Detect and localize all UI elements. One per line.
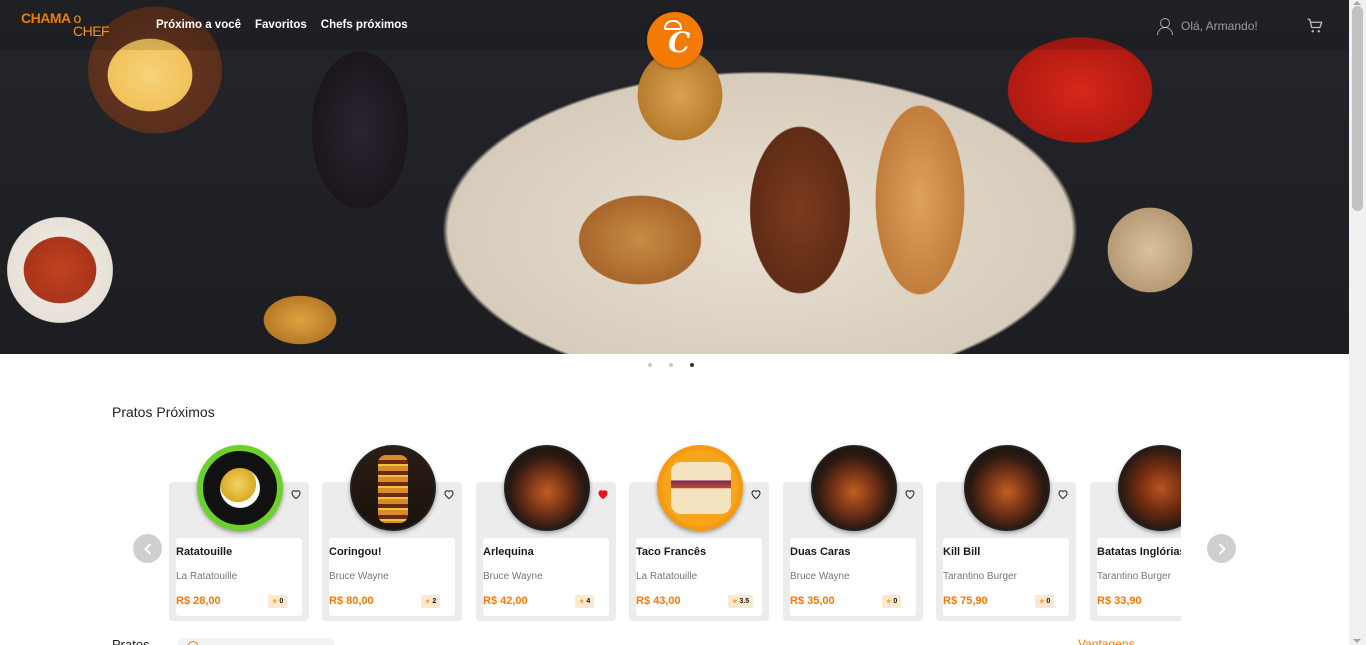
dish-name: Coringou! [329, 546, 382, 558]
logo-line2: CHEF [73, 23, 110, 39]
star-icon: ★ [1039, 599, 1045, 605]
rating-badge: ★ 0 [1035, 595, 1055, 608]
carousel-dot[interactable] [669, 363, 673, 367]
chef-name: Bruce Wayne [329, 571, 389, 582]
chef-name: Bruce Wayne [483, 571, 543, 582]
dish-price: R$ 42,00 [483, 595, 528, 607]
top-header: CHAMA o CHEF Próximo a você Favoritos Ch… [0, 0, 1349, 68]
prev-button[interactable] [133, 534, 162, 563]
carousel-dot[interactable] [648, 363, 652, 367]
heart-outline-icon[interactable] [443, 488, 455, 500]
user-greeting: Olá, Armando! [1181, 19, 1258, 33]
chef-name: Tarantino Burger [943, 571, 1017, 582]
dish-image [1118, 445, 1181, 531]
vantagens-link[interactable]: Vantagens [1078, 637, 1135, 645]
rating-badge: ★ 2 [421, 595, 441, 608]
cart-button[interactable] [1306, 17, 1324, 35]
dish-price: R$ 43,00 [636, 595, 681, 607]
heart-outline-icon[interactable] [750, 488, 762, 500]
heart-filled-icon[interactable] [597, 488, 609, 500]
rating-badge: ★ 0 [882, 595, 902, 608]
dish-name: Duas Caras [790, 546, 851, 558]
heart-outline-icon[interactable] [904, 488, 916, 500]
rating-value: 3.5 [739, 598, 750, 605]
star-icon: ★ [886, 599, 892, 605]
chef-name: Bruce Wayne [790, 571, 850, 582]
dish-price: R$ 75,90 [943, 595, 988, 607]
star-icon: ★ [425, 599, 431, 605]
rating-value: 0 [893, 598, 898, 605]
dish-card[interactable]: Kill Bill Tarantino Burger R$ 75,90 ★ 0 [936, 445, 1076, 621]
next-button[interactable] [1207, 534, 1236, 563]
section-title-pratos: Pratos [112, 637, 150, 645]
star-icon: ★ [732, 599, 738, 605]
logo[interactable]: CHAMA o CHEF [21, 10, 110, 39]
dish-name: Batatas Inglórias [1097, 546, 1181, 558]
taco-wrap [671, 462, 731, 514]
dish-card[interactable]: Coringou! Bruce Wayne R$ 80,00 ★ 2 [322, 445, 462, 621]
carousel-indicators [648, 363, 694, 367]
dish-image [964, 445, 1050, 531]
chef-name: La Ratatouille [176, 571, 238, 582]
carousel-dot-active[interactable] [690, 363, 694, 367]
rating-value: 0 [279, 598, 284, 605]
dish-card[interactable]: Arlequina Bruce Wayne R$ 42,00 ★ 4 [476, 445, 616, 621]
user-menu[interactable]: Olá, Armando! [1155, 17, 1258, 35]
dish-name: Kill Bill [943, 546, 981, 558]
search-icon [188, 641, 198, 645]
user-icon [1155, 17, 1173, 35]
nav-item-chefs[interactable]: Chefs próximos [321, 19, 408, 31]
rating-badge: ★ 3.5 [728, 595, 754, 608]
scroll-down-icon[interactable] [1353, 639, 1361, 643]
dish-price: R$ 80,00 [329, 595, 374, 607]
star-icon: ★ [272, 599, 278, 605]
logo-chama: CHAMA [21, 10, 71, 26]
dish-image [657, 445, 743, 531]
rating-badge: ★ 4 [575, 595, 595, 608]
chef-name: La Ratatouille [636, 571, 698, 582]
dish-name: Arlequina [483, 546, 534, 558]
search-input[interactable] [177, 638, 335, 645]
dish-image [504, 445, 590, 531]
nav-item-proximo[interactable]: Próximo a você [156, 19, 241, 31]
rating-value: 4 [586, 598, 591, 605]
brand-letter: C [668, 26, 691, 59]
star-icon: ★ [579, 599, 585, 605]
dish-card[interactable]: Batatas Inglórias Tarantino Burger R$ 33… [1090, 445, 1181, 621]
page-scrollbar[interactable] [1349, 0, 1366, 645]
main-nav: Próximo a você Favoritos Chefs próximos [156, 19, 408, 31]
dish-card[interactable]: Ratatouille La Ratatouille R$ 28,00 ★ 0 [169, 445, 309, 621]
heart-outline-icon[interactable] [290, 488, 302, 500]
dishes-carousel: Ratatouille La Ratatouille R$ 28,00 ★ 0 C… [169, 440, 1181, 625]
plate [220, 468, 260, 508]
dish-name: Ratatouille [176, 546, 233, 558]
rating-value: 0 [1046, 598, 1051, 605]
dish-image [350, 445, 436, 531]
page: CHAMA o CHEF Próximo a você Favoritos Ch… [0, 0, 1366, 645]
nav-item-favoritos[interactable]: Favoritos [255, 19, 307, 31]
heart-outline-icon[interactable] [1057, 488, 1069, 500]
chevron-left-icon [143, 543, 151, 554]
scroll-up-icon[interactable] [1353, 1, 1361, 5]
dish-card[interactable]: Duas Caras Bruce Wayne R$ 35,00 ★ 0 [783, 445, 923, 621]
brand-badge[interactable]: C [647, 12, 703, 68]
rating-value: 2 [432, 598, 437, 605]
scrollbar-thumb[interactable] [1352, 6, 1363, 211]
chevron-right-icon [1218, 543, 1226, 554]
dish-name: Taco Francês [636, 546, 707, 558]
rating-badge: ★ 0 [268, 595, 288, 608]
chef-name: Tarantino Burger [1097, 571, 1171, 582]
cart-icon [1307, 18, 1323, 33]
dish-price: R$ 35,00 [790, 595, 835, 607]
dish-price: R$ 28,00 [176, 595, 221, 607]
dish-image [197, 445, 283, 531]
dish-price: R$ 33,90 [1097, 595, 1142, 607]
dish-image [811, 445, 897, 531]
section-title: Pratos Próximos [112, 404, 215, 420]
dish-card[interactable]: Taco Francês La Ratatouille R$ 43,00 ★ 3.… [629, 445, 769, 621]
burger-stack [378, 455, 408, 523]
